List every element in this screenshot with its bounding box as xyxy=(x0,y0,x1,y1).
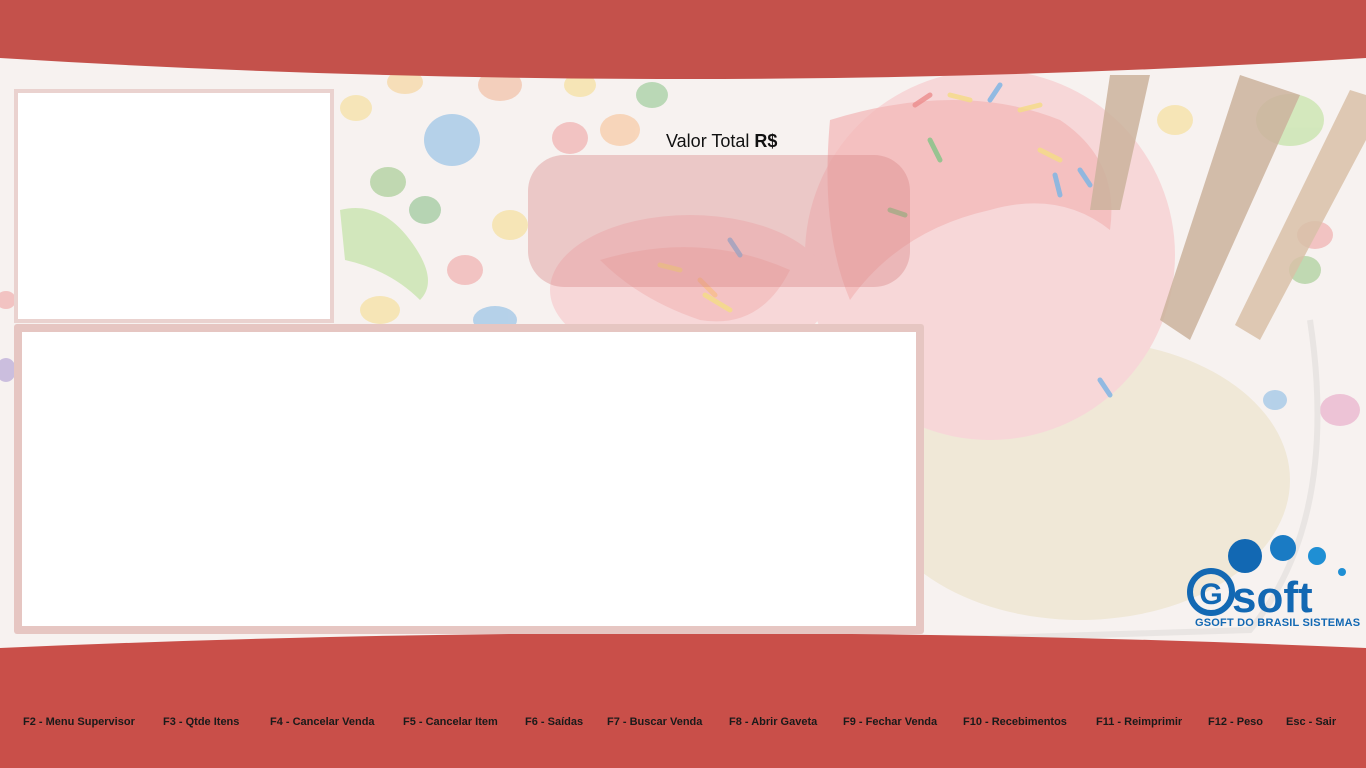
shortcut-f5-cancelar-item[interactable]: F5 - Cancelar Item xyxy=(403,716,498,728)
bottom-band xyxy=(0,633,1366,768)
total-currency: R$ xyxy=(754,131,778,151)
logo-tagline: GSOFT DO BRASIL SISTEMAS xyxy=(1195,617,1361,629)
shortcut-bar: F2 - Menu Supervisor F3 - Qtde Itens F4 … xyxy=(0,716,1366,734)
shortcut-f2-menu-supervisor[interactable]: F2 - Menu Supervisor xyxy=(23,716,135,728)
shortcut-f7-buscar-venda[interactable]: F7 - Buscar Venda xyxy=(607,716,702,728)
sale-items-list[interactable] xyxy=(22,332,916,626)
shortcut-f11-reimprimir[interactable]: F11 - Reimprimir xyxy=(1096,716,1182,728)
product-image-panel xyxy=(14,89,334,323)
shortcut-f10-recebimentos[interactable]: F10 - Recebimentos xyxy=(963,716,1067,728)
shortcut-f3-qtde-itens[interactable]: F3 - Qtde Itens xyxy=(163,716,239,728)
shortcut-f4-cancelar-venda[interactable]: F4 - Cancelar Venda xyxy=(270,716,375,728)
total-label: Valor Total R$ xyxy=(666,131,777,152)
total-label-text: Valor Total xyxy=(666,131,750,151)
total-value-box xyxy=(528,155,910,287)
shortcut-f9-fechar-venda[interactable]: F9 - Fechar Venda xyxy=(843,716,937,728)
logo-initial: G xyxy=(1199,578,1222,611)
shortcut-f6-saidas[interactable]: F6 - Saídas xyxy=(525,716,583,728)
logo-brand: soft xyxy=(1232,573,1313,622)
product-image-area xyxy=(18,93,330,319)
shortcut-f8-abrir-gaveta[interactable]: F8 - Abrir Gaveta xyxy=(729,716,817,728)
sale-items-panel xyxy=(14,324,924,634)
top-band xyxy=(0,0,1366,79)
shortcut-esc-sair[interactable]: Esc - Sair xyxy=(1286,716,1336,728)
shortcut-f12-peso[interactable]: F12 - Peso xyxy=(1208,716,1263,728)
